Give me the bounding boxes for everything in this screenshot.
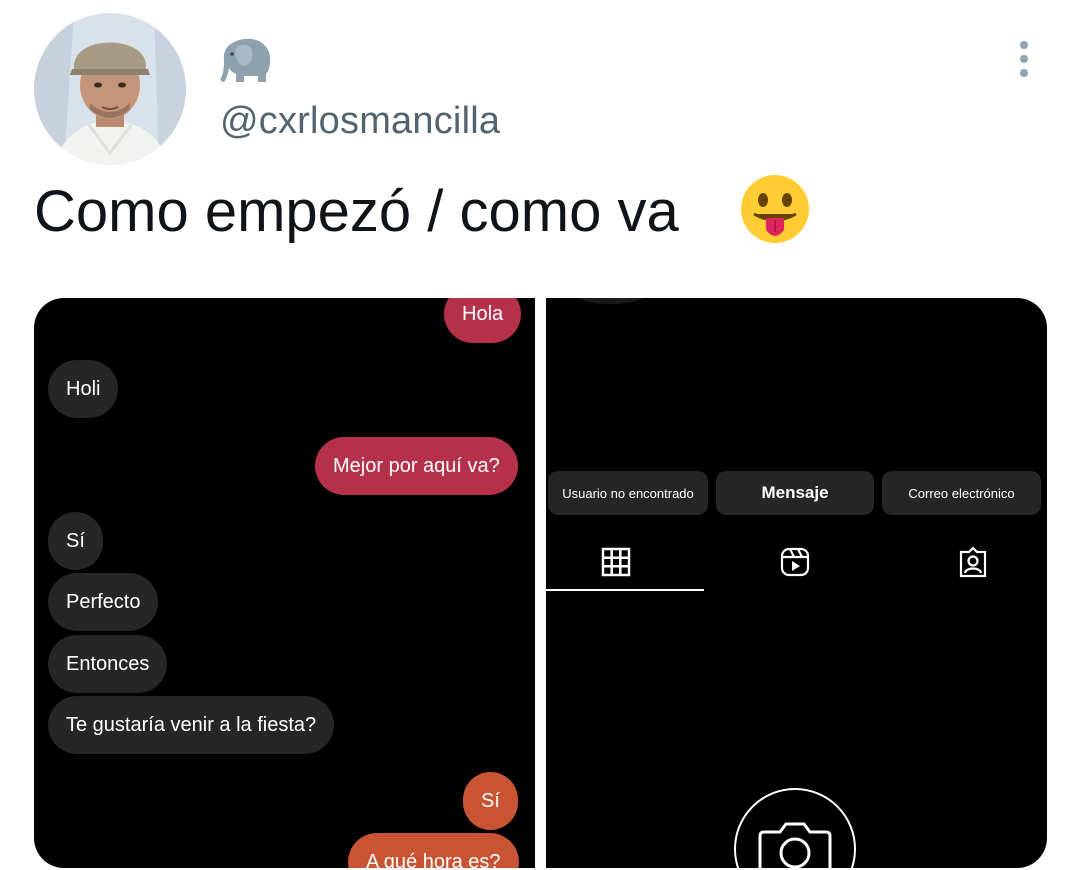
user-not-found-button[interactable]: Usuario no encontrado (548, 471, 708, 515)
tagged-icon[interactable] (957, 546, 989, 578)
message-bubble-incoming: Holi (48, 360, 119, 418)
message-bubble-outgoing: Hola (444, 298, 522, 343)
profile-picture-edge (576, 298, 646, 304)
message-bubble-incoming: Perfecto (48, 573, 159, 631)
message-bubble-incoming: Entonces (48, 635, 168, 693)
message-bubble-outgoing: Mejor por aquí va? (315, 437, 518, 495)
message-bubble-outgoing: A qué hora es? (348, 833, 519, 868)
tweet-text: Como empezó / como va (34, 179, 679, 244)
profile-screenshot[interactable]: Usuario no encontrado Mensaje Correo ele… (546, 298, 1047, 868)
message-button[interactable]: Mensaje (716, 471, 874, 515)
face-with-tongue-emoji-icon (740, 174, 810, 244)
more-options-icon[interactable] (1010, 38, 1038, 80)
grid-icon[interactable] (600, 546, 632, 578)
avatar[interactable] (34, 13, 186, 165)
email-button[interactable]: Correo electrónico (882, 471, 1041, 515)
author-handle[interactable]: @cxrlosmancilla (220, 100, 500, 143)
camera-icon[interactable] (734, 788, 856, 868)
elephant-emoji-icon (220, 36, 272, 86)
message-bubble-incoming: Sí (48, 512, 103, 570)
message-bubble-outgoing: Sí (463, 772, 518, 830)
chat-screenshot[interactable]: Hola Holi Mejor por aquí va? Sí Perfecto… (34, 298, 535, 868)
media-grid[interactable]: Hola Holi Mejor por aquí va? Sí Perfecto… (34, 298, 1047, 868)
message-bubble-incoming: Te gustaría venir a la fiesta? (48, 696, 335, 754)
active-tab-indicator (546, 589, 704, 591)
reels-icon[interactable] (779, 546, 811, 578)
